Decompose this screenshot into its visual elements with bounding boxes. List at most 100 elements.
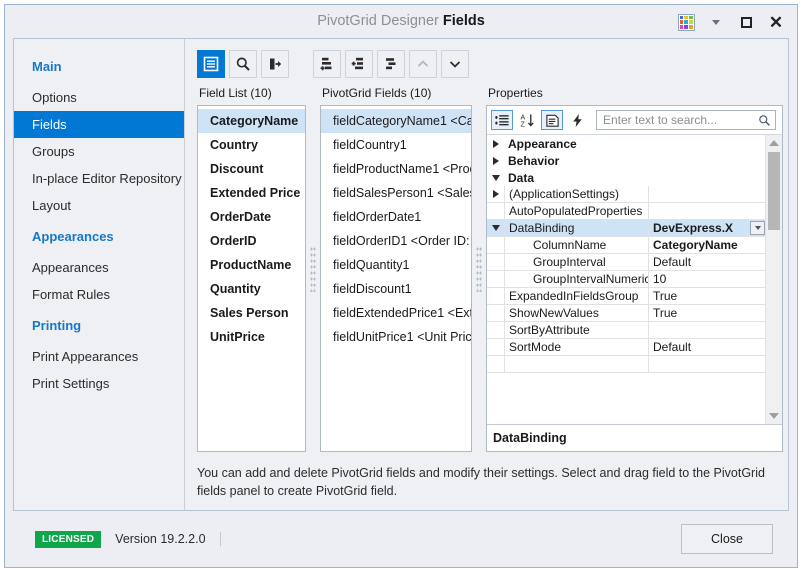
move-down-button[interactable]: [441, 50, 469, 78]
property-value[interactable]: True: [649, 305, 765, 321]
expander-collapsed-icon[interactable]: [487, 152, 504, 169]
list-item[interactable]: fieldSalesPerson1 <Sales: [321, 181, 471, 205]
property-row[interactable]: AutoPopulatedProperties: [487, 203, 765, 220]
property-name: (ApplicationSettings): [504, 186, 649, 202]
scroll-down-arrow-icon: [769, 413, 779, 420]
list-item[interactable]: Quantity: [198, 277, 305, 301]
expander-placeholder: [487, 339, 504, 355]
list-item[interactable]: Country: [198, 133, 305, 157]
property-row[interactable]: GroupInterval Default: [487, 254, 765, 271]
property-description: DataBinding: [487, 423, 782, 451]
scrollbar-track[interactable]: [766, 150, 782, 409]
list-item[interactable]: fieldProductName1 <Proc: [321, 157, 471, 181]
sidebar-item-print-settings[interactable]: Print Settings: [14, 370, 184, 397]
pivotgrid-fields-list[interactable]: fieldCategoryName1 <Ca fieldCountry1 fie…: [320, 105, 472, 452]
list-item[interactable]: UnitPrice: [198, 325, 305, 349]
list-item[interactable]: fieldCategoryName1 <Ca: [321, 109, 471, 133]
field-list[interactable]: CategoryName Country Discount Extended P…: [197, 105, 306, 452]
list-item[interactable]: fieldOrderDate1: [321, 205, 471, 229]
add-field-button[interactable]: [313, 50, 341, 78]
expander-expanded-icon[interactable]: [487, 169, 504, 186]
field-list-caption: Field List (10): [199, 86, 272, 100]
property-value-editor[interactable]: DevExpress.X: [653, 221, 765, 235]
properties-grid[interactable]: Appearance Behavior Data (ApplicationSet…: [487, 135, 765, 424]
properties-scrollbar[interactable]: [765, 135, 782, 424]
splitter-pivot-fields[interactable]: [472, 86, 486, 452]
sidebar-item-layout[interactable]: Layout: [14, 192, 184, 219]
property-name: GroupIntervalNumeric: [504, 271, 649, 287]
close-window-button[interactable]: ✕: [761, 9, 791, 35]
move-up-button[interactable]: [409, 50, 437, 78]
dropdown-button[interactable]: [750, 221, 765, 235]
properties-button[interactable]: [541, 110, 563, 130]
property-value[interactable]: [649, 322, 765, 338]
insert-field-button[interactable]: [345, 50, 373, 78]
sidebar-item-groups[interactable]: Groups: [14, 138, 184, 165]
property-row[interactable]: ExpandedInFieldsGroup True: [487, 288, 765, 305]
list-item[interactable]: fieldUnitPrice1 <Unit Price: [321, 325, 471, 349]
sidebar-item-options[interactable]: Options: [14, 84, 184, 111]
properties-search-box[interactable]: [596, 110, 776, 130]
fields-toolbar: [185, 39, 788, 84]
maximize-button[interactable]: [731, 9, 761, 35]
list-item[interactable]: Discount: [198, 157, 305, 181]
property-value[interactable]: Default: [649, 254, 765, 270]
property-row-databinding[interactable]: DataBinding DevExpress.X: [487, 220, 765, 237]
list-item[interactable]: fieldQuantity1: [321, 253, 471, 277]
list-item[interactable]: fieldDiscount1: [321, 277, 471, 301]
sidebar-item-fields[interactable]: Fields: [14, 111, 184, 138]
property-row[interactable]: GroupIntervalNumeric 10: [487, 271, 765, 288]
pivotgrid-fields-caption: PivotGrid Fields (10): [322, 86, 432, 100]
sidebar-item-format-rules[interactable]: Format Rules: [14, 281, 184, 308]
list-item[interactable]: CategoryName: [198, 109, 305, 133]
scrollbar-up-button[interactable]: [766, 135, 782, 150]
list-item[interactable]: fieldCountry1: [321, 133, 471, 157]
property-category-row[interactable]: Appearance: [487, 135, 765, 152]
scrollbar-down-button[interactable]: [766, 409, 782, 424]
sidebar-item-in-place-editor-repository[interactable]: In-place Editor Repository: [14, 165, 184, 192]
property-row[interactable]: ColumnName CategoryName: [487, 237, 765, 254]
sidebar-item-print-appearances[interactable]: Print Appearances: [14, 343, 184, 370]
expander-collapsed-icon[interactable]: [487, 186, 504, 202]
list-item[interactable]: OrderDate: [198, 205, 305, 229]
property-row[interactable]: (ApplicationSettings): [487, 186, 765, 203]
list-item[interactable]: fieldExtendedPrice1 <Ext: [321, 301, 471, 325]
property-row[interactable]: SortByAttribute: [487, 322, 765, 339]
expander-expanded-icon[interactable]: [487, 220, 504, 236]
property-value[interactable]: [649, 203, 765, 219]
list-item[interactable]: OrderID: [198, 229, 305, 253]
property-category-row[interactable]: Behavior: [487, 152, 765, 169]
categorized-icon: [494, 114, 509, 125]
property-value[interactable]: [649, 186, 765, 202]
list-item[interactable]: ProductName: [198, 253, 305, 277]
close-button[interactable]: Close: [681, 524, 773, 554]
alphabetical-sort-button[interactable]: A Z: [516, 110, 538, 130]
skin-picker-button[interactable]: [671, 9, 701, 35]
categorized-button[interactable]: [491, 110, 513, 130]
search-input[interactable]: [603, 113, 758, 127]
remove-field-button[interactable]: [377, 50, 405, 78]
property-value[interactable]: 10: [649, 271, 765, 287]
chevron-down-icon: [712, 19, 720, 25]
sidebar-item-appearances[interactable]: Appearances: [14, 254, 184, 281]
property-row[interactable]: SortMode Default: [487, 339, 765, 356]
sidebar-group-appearances: Appearances: [32, 229, 114, 244]
expander-collapsed-icon[interactable]: [487, 135, 504, 152]
search-button[interactable]: [229, 50, 257, 78]
splitter-field-list[interactable]: [306, 86, 320, 452]
list-item[interactable]: fieldOrderID1 <Order ID:: [321, 229, 471, 253]
property-value[interactable]: True: [649, 288, 765, 304]
export-button[interactable]: [261, 50, 289, 78]
list-item[interactable]: Extended Price: [198, 181, 305, 205]
skin-picker-dropdown-button[interactable]: [701, 9, 731, 35]
property-value[interactable]: DevExpress.X: [649, 220, 765, 236]
show-field-list-button[interactable]: [197, 50, 225, 78]
property-category-row[interactable]: Data: [487, 169, 765, 186]
events-button[interactable]: [566, 110, 588, 130]
list-item[interactable]: Sales Person: [198, 301, 305, 325]
property-value[interactable]: CategoryName: [649, 237, 765, 253]
hint-text: You can add and delete PivotGrid fields …: [197, 465, 765, 498]
property-value[interactable]: Default: [649, 339, 765, 355]
scrollbar-thumb[interactable]: [768, 152, 780, 230]
property-row[interactable]: ShowNewValues True: [487, 305, 765, 322]
